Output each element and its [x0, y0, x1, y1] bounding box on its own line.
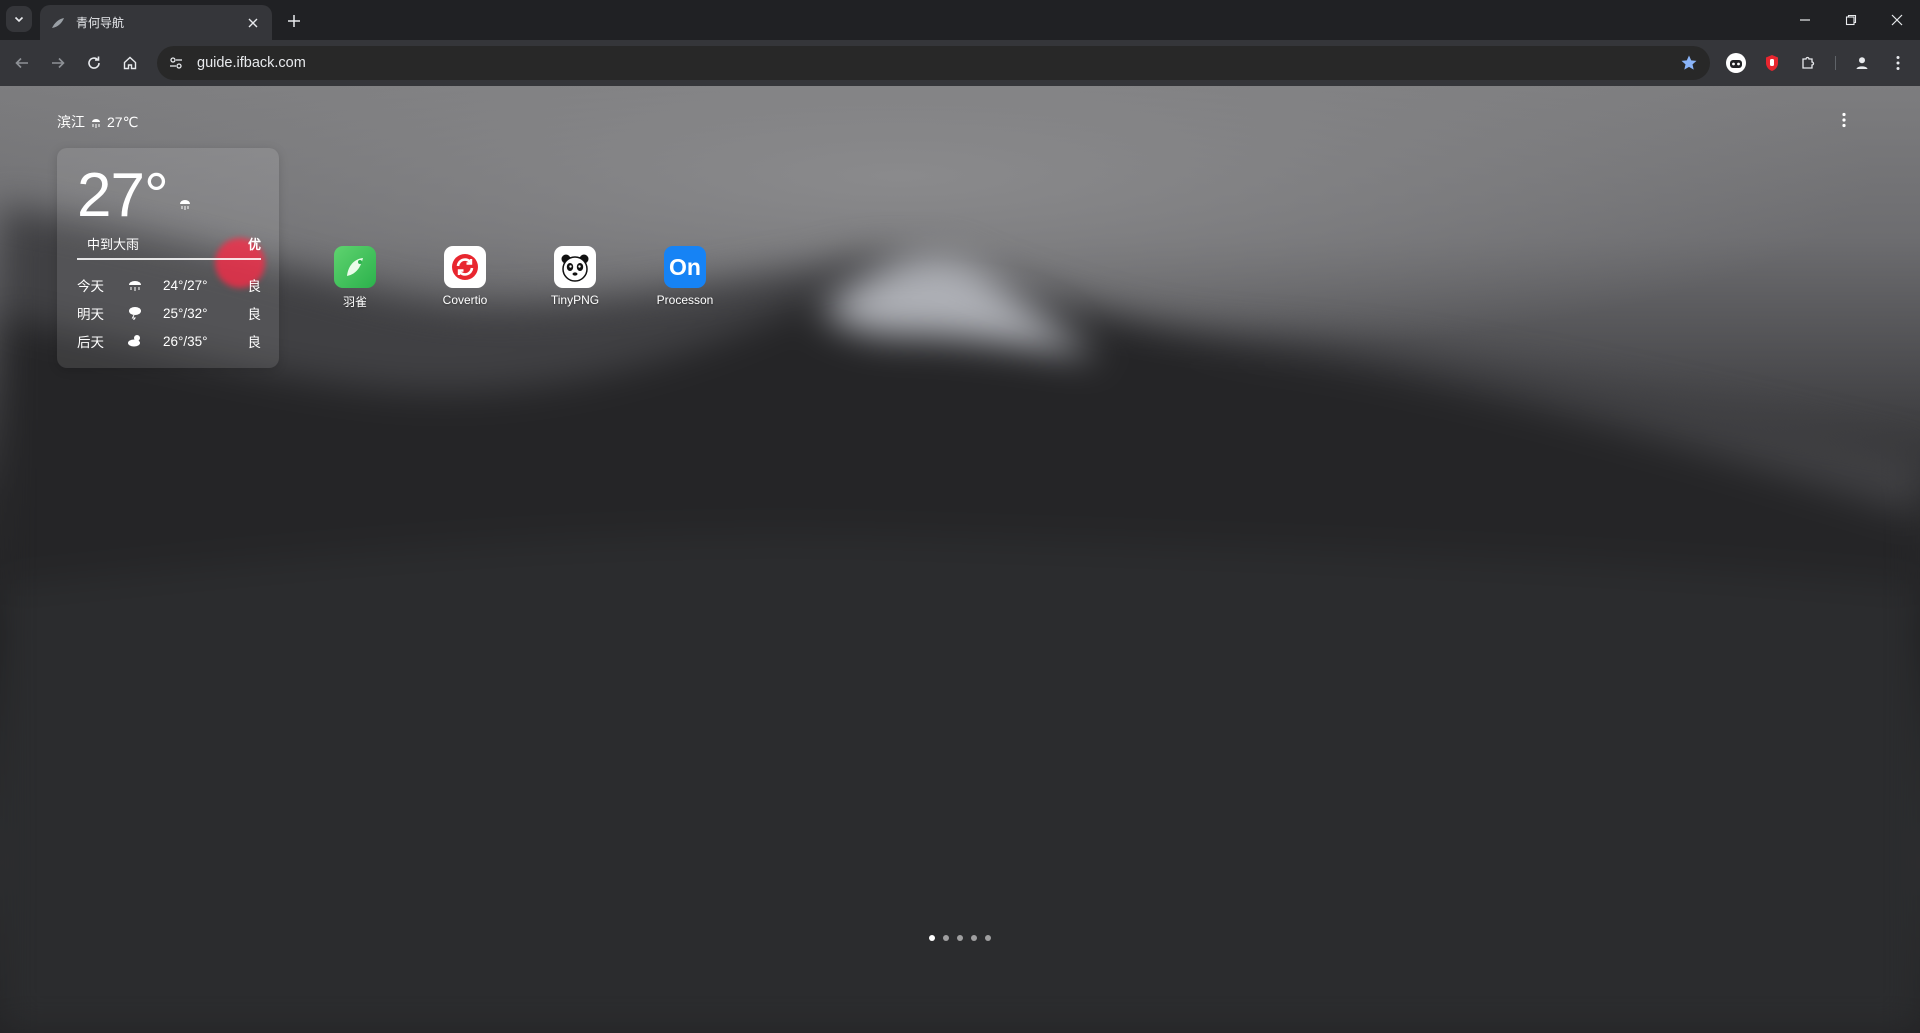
new-tab-page: 滨江 27℃ 27° 中到大雨 优 今天 24°/27° 良 明天 25°/32… [0, 86, 1920, 1033]
more-vertical-icon [1842, 112, 1846, 128]
ghost-extension-icon [1726, 53, 1746, 73]
forecast-day: 今天 [77, 279, 104, 294]
browser-menu-button[interactable] [1884, 49, 1912, 77]
rain-icon [92, 119, 100, 128]
app-shortcut-yuque[interactable]: 羽雀 [315, 246, 395, 310]
app-shortcut-covertio[interactable]: Covertio [425, 246, 505, 307]
app-shortcut-processon[interactable]: On Processon [645, 246, 725, 307]
minimize-icon [1800, 19, 1810, 21]
bookmark-star-button[interactable] [1678, 52, 1700, 74]
puzzle-icon [1802, 56, 1815, 69]
tab-title: 青何导航 [76, 16, 125, 30]
pagination-dot[interactable] [985, 935, 991, 941]
back-button[interactable] [8, 49, 36, 77]
app-icon-glyph: On [669, 253, 701, 280]
close-window-button[interactable] [1882, 8, 1912, 32]
arrow-right-icon [52, 57, 65, 69]
yuque-icon [334, 246, 376, 288]
forecast-aqi: 良 [247, 335, 262, 350]
forecast-row: 今天 24°/27° 良 [77, 275, 261, 295]
current-temperature: 27℃ [107, 113, 139, 130]
url-text: guide.ifback.com [197, 55, 306, 71]
star-icon [1681, 55, 1697, 70]
browser-tab[interactable]: 青何导航 [40, 5, 272, 40]
processon-icon: On [664, 246, 706, 288]
divider [77, 258, 261, 260]
browser-toolbar: guide.ifback.com [0, 40, 1920, 86]
forecast-day: 后天 [77, 335, 104, 350]
forecast-row: 明天 25°/32° 良 [77, 303, 261, 323]
forecast-aqi: 良 [247, 307, 262, 322]
extensions-menu-button[interactable] [1794, 49, 1822, 77]
panda-icon [554, 246, 596, 288]
page-menu-button[interactable] [1832, 106, 1856, 134]
big-temperature: 27° [77, 161, 169, 230]
forecast-range: 26°/35° [163, 333, 208, 349]
convertio-icon [444, 246, 486, 288]
tab-search-button[interactable] [6, 6, 32, 32]
forecast-aqi: 良 [247, 279, 262, 294]
new-tab-button[interactable] [282, 9, 306, 33]
partly-cloudy-icon [127, 334, 163, 348]
forecast-day: 明天 [77, 307, 104, 322]
app-label: TinyPNG [550, 293, 600, 307]
person-icon [1856, 57, 1868, 69]
forecast-row: 后天 26°/35° 良 [77, 331, 261, 351]
weather-card[interactable]: 27° 中到大雨 优 今天 24°/27° 良 明天 25°/32° 良 后天 [57, 148, 279, 368]
page-pagination [929, 935, 991, 941]
plus-icon [288, 15, 300, 27]
leaf-icon [50, 15, 66, 31]
tab-close-button[interactable] [244, 14, 262, 32]
extension-button[interactable] [1722, 49, 1750, 77]
reload-icon [88, 56, 100, 69]
site-info-icon[interactable] [161, 48, 191, 78]
air-quality: 优 [247, 237, 261, 252]
adblock-extension-button[interactable] [1758, 49, 1786, 77]
city-name: 滨江 [57, 114, 85, 130]
rain-icon [127, 278, 163, 292]
forecast-range: 24°/27° [163, 277, 208, 293]
home-icon [123, 56, 137, 70]
pagination-dot[interactable] [971, 935, 977, 941]
arrow-left-icon [15, 57, 28, 69]
more-vertical-icon [1896, 56, 1900, 70]
close-icon [248, 18, 258, 27]
thunder-rain-icon [127, 306, 163, 320]
home-button[interactable] [116, 49, 144, 77]
toolbar-divider [1835, 56, 1836, 70]
address-bar[interactable]: guide.ifback.com [157, 46, 1710, 80]
app-label: 羽雀 [342, 295, 367, 309]
weather-description: 中到大雨 [87, 237, 140, 252]
app-label: Covertio [442, 293, 488, 307]
tab-strip: 青何导航 [0, 0, 1920, 40]
rain-icon [177, 196, 193, 217]
restore-icon [1845, 14, 1857, 26]
mountain-background-image [0, 206, 1920, 1033]
pagination-dot[interactable] [957, 935, 963, 941]
app-label: Processon [656, 293, 714, 307]
hand-stop-icon [1766, 55, 1778, 71]
profile-button[interactable] [1848, 49, 1876, 77]
chevron-down-icon [14, 16, 24, 23]
pagination-dot[interactable] [929, 935, 935, 941]
restore-button[interactable] [1836, 8, 1866, 32]
app-shortcut-tinypng[interactable]: TinyPNG [535, 246, 615, 307]
forward-button[interactable] [44, 49, 72, 77]
forecast-range: 25°/32° [163, 305, 208, 321]
close-icon [1891, 14, 1903, 26]
weather-summary[interactable]: 滨江 27℃ [57, 112, 138, 132]
pagination-dot[interactable] [943, 935, 949, 941]
minimize-button[interactable] [1790, 8, 1820, 32]
reload-button[interactable] [80, 49, 108, 77]
